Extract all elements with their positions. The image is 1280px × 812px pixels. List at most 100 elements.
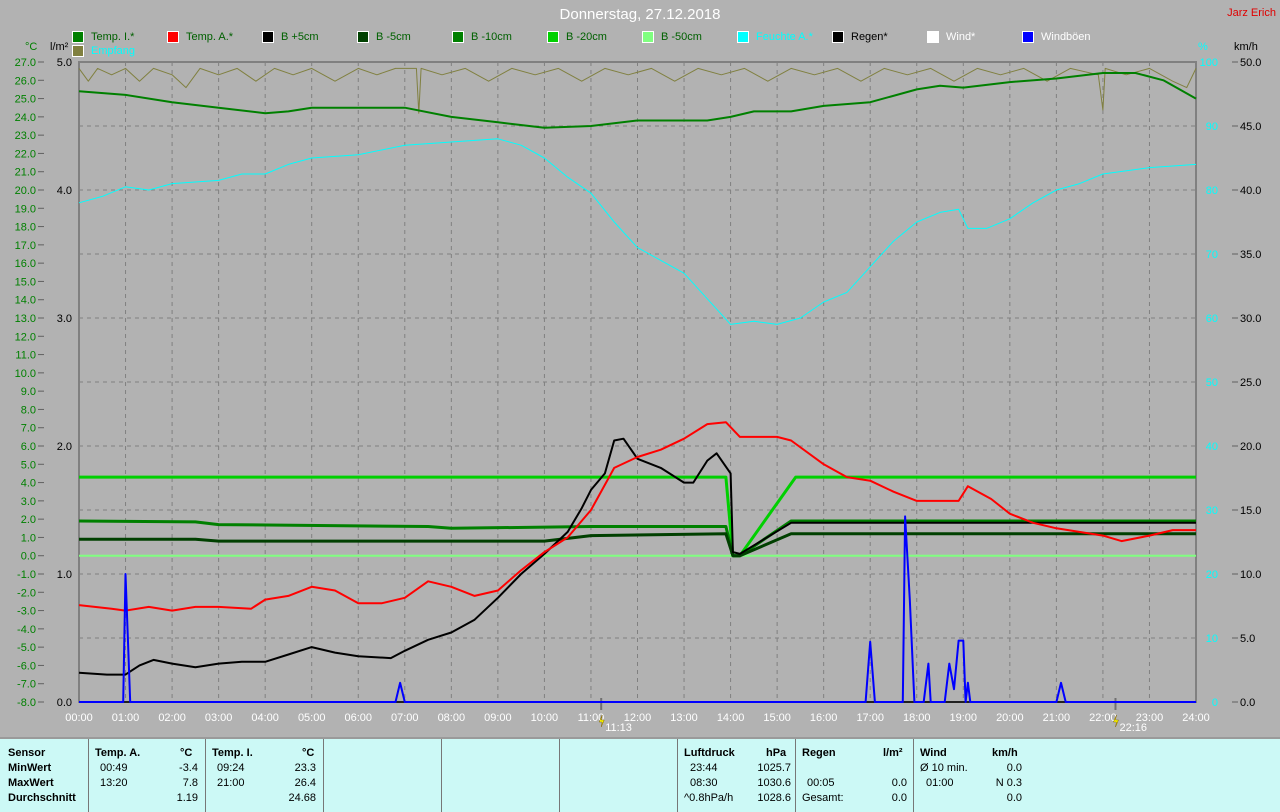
row-durchschnitt: Durchschnitt xyxy=(8,792,76,804)
wind-tick-label: 30.0 xyxy=(1240,313,1261,325)
temp-tick-label: 8.0 xyxy=(21,404,36,416)
temp-tick-label: -5.0 xyxy=(17,642,36,654)
temp-tick-label: 13.0 xyxy=(15,313,36,325)
temp-i-unit: °C xyxy=(302,747,315,759)
event-time-label: 22:16 xyxy=(1119,722,1147,734)
temp-tick-label: 3.0 xyxy=(21,496,36,508)
wind-avg-label: Ø 10 min. xyxy=(920,762,968,774)
pressure-max-time: 08:30 xyxy=(690,777,718,789)
humidity-tick-label: 10 xyxy=(1206,633,1218,645)
temp-i-header: Temp. I. xyxy=(212,747,253,759)
temp-tick-label: -3.0 xyxy=(17,606,36,618)
temp-a-max: 7.8 xyxy=(182,777,198,789)
temp-tick-label: 23.0 xyxy=(15,130,36,142)
pressure-min-time: 23:44 xyxy=(690,762,718,774)
time-tick-label: 03:00 xyxy=(205,712,233,724)
wind-tick-label: 0.0 xyxy=(1240,697,1255,709)
wind-tick-label: 40.0 xyxy=(1240,185,1261,197)
temp-tick-label: 18.0 xyxy=(15,222,36,234)
rain-tick-label: 0.0 xyxy=(57,697,72,709)
temp-tick-label: -2.0 xyxy=(17,587,36,599)
wind-tick-label: 5.0 xyxy=(1240,633,1255,645)
time-tick-label: 07:00 xyxy=(391,712,419,724)
wind-avg: 0.0 xyxy=(1006,762,1022,774)
temp-tick-label: 7.0 xyxy=(21,423,36,435)
rain-tick-label: 5.0 xyxy=(57,57,72,69)
temp-tick-label: 19.0 xyxy=(15,203,36,215)
rain-value: 0.0 xyxy=(891,777,907,789)
temp-tick-label: 5.0 xyxy=(21,459,36,471)
rain-total-label: Gesamt: xyxy=(802,792,844,804)
stats-panel: Sensor MinWert MaxWert Durchschnitt Temp… xyxy=(0,737,1280,812)
temp-tick-label: 15.0 xyxy=(15,276,36,288)
rain-header: Regen xyxy=(802,747,836,759)
wind-tick-label: 10.0 xyxy=(1240,569,1261,581)
rain-tick-label: 1.0 xyxy=(57,569,72,581)
time-tick-label: 04:00 xyxy=(251,712,279,724)
temp-tick-label: 4.0 xyxy=(21,478,36,490)
humidity-tick-label: 40 xyxy=(1206,441,1218,453)
temp-tick-label: -1.0 xyxy=(17,569,36,581)
temp-tick-label: 17.0 xyxy=(15,240,36,252)
pressure-avg: 1028.6 xyxy=(757,792,791,804)
sensor-header: Sensor xyxy=(8,747,46,759)
time-tick-label: 02:00 xyxy=(158,712,186,724)
row-minwert: MinWert xyxy=(8,762,52,774)
event-time-label: 11:13 xyxy=(605,722,632,734)
temp-tick-label: 10.0 xyxy=(15,368,36,380)
humidity-tick-label: 90 xyxy=(1206,121,1218,133)
weather-chart: °C l/m²% km/h 27.0 26.0 25.0 24.0 23.0 22.0 21.0 2… xyxy=(15,41,1262,734)
time-tick-label: 18:00 xyxy=(903,712,931,724)
wind-tick-label: 45.0 xyxy=(1240,121,1261,133)
row-maxwert: MaxWert xyxy=(8,777,54,789)
temp-tick-label: 24.0 xyxy=(15,112,36,124)
temp-tick-label: 25.0 xyxy=(15,94,36,106)
temp-i-max: 26.4 xyxy=(294,777,316,789)
temp-tick-label: 12.0 xyxy=(15,331,36,343)
wind-tick-label: 20.0 xyxy=(1240,441,1261,453)
time-tick-label: 01:00 xyxy=(112,712,140,724)
temp-tick-label: 27.0 xyxy=(15,57,36,69)
temp-tick-label: 9.0 xyxy=(21,386,36,398)
temp-tick-label: 22.0 xyxy=(15,148,36,160)
temp-tick-label: 6.0 xyxy=(21,441,36,453)
wind-max-time: 01:00 xyxy=(926,777,954,789)
time-tick-label: 08:00 xyxy=(438,712,466,724)
temp-tick-label: -7.0 xyxy=(17,679,36,691)
pressure-header: Luftdruck xyxy=(684,747,735,759)
temp-a-min-time: 00:49 xyxy=(100,762,128,774)
temp-i-avg: 24.68 xyxy=(288,792,316,804)
time-tick-label: 09:00 xyxy=(484,712,512,724)
pressure-max: 1030.6 xyxy=(757,777,791,789)
humidity-unit-label: % xyxy=(1198,41,1208,53)
time-tick-label: 05:00 xyxy=(298,712,326,724)
humidity-tick-label: 80 xyxy=(1206,185,1218,197)
pressure-trend: ^0.8hPa/h xyxy=(684,792,734,804)
humidity-tick-label: 30 xyxy=(1206,505,1218,517)
wind-tick-label: 25.0 xyxy=(1240,377,1261,389)
temp-tick-label: -6.0 xyxy=(17,660,36,672)
temp-tick-label: 20.0 xyxy=(15,185,36,197)
wind-unit-label: km/h xyxy=(1234,41,1258,53)
rain-unit: l/m² xyxy=(883,747,903,759)
temp-a-max-time: 13:20 xyxy=(100,777,128,789)
time-tick-label: 06:00 xyxy=(344,712,372,724)
temp-a-unit: °C xyxy=(180,747,193,759)
rain-tick-label: 2.0 xyxy=(57,441,72,453)
time-tick-label: 22:00 xyxy=(1089,712,1117,724)
rain-time: 00:05 xyxy=(807,777,835,789)
pressure-min: 1025.7 xyxy=(757,762,791,774)
temp-tick-label: 0.0 xyxy=(21,551,36,563)
wind-header: Wind xyxy=(920,747,947,759)
time-tick-label: 16:00 xyxy=(810,712,838,724)
time-tick-label: 10:00 xyxy=(531,712,559,724)
temp-tick-label: 2.0 xyxy=(21,514,36,526)
humidity-tick-label: 60 xyxy=(1206,313,1218,325)
time-tick-label: 19:00 xyxy=(950,712,978,724)
temp-tick-label: -8.0 xyxy=(17,697,36,709)
temp-tick-label: 14.0 xyxy=(15,295,36,307)
wind-tick-label: 35.0 xyxy=(1240,249,1261,261)
rain-tick-label: 4.0 xyxy=(57,185,72,197)
temp-i-min-time: 09:24 xyxy=(217,762,245,774)
rain-tick-label: 3.0 xyxy=(57,313,72,325)
